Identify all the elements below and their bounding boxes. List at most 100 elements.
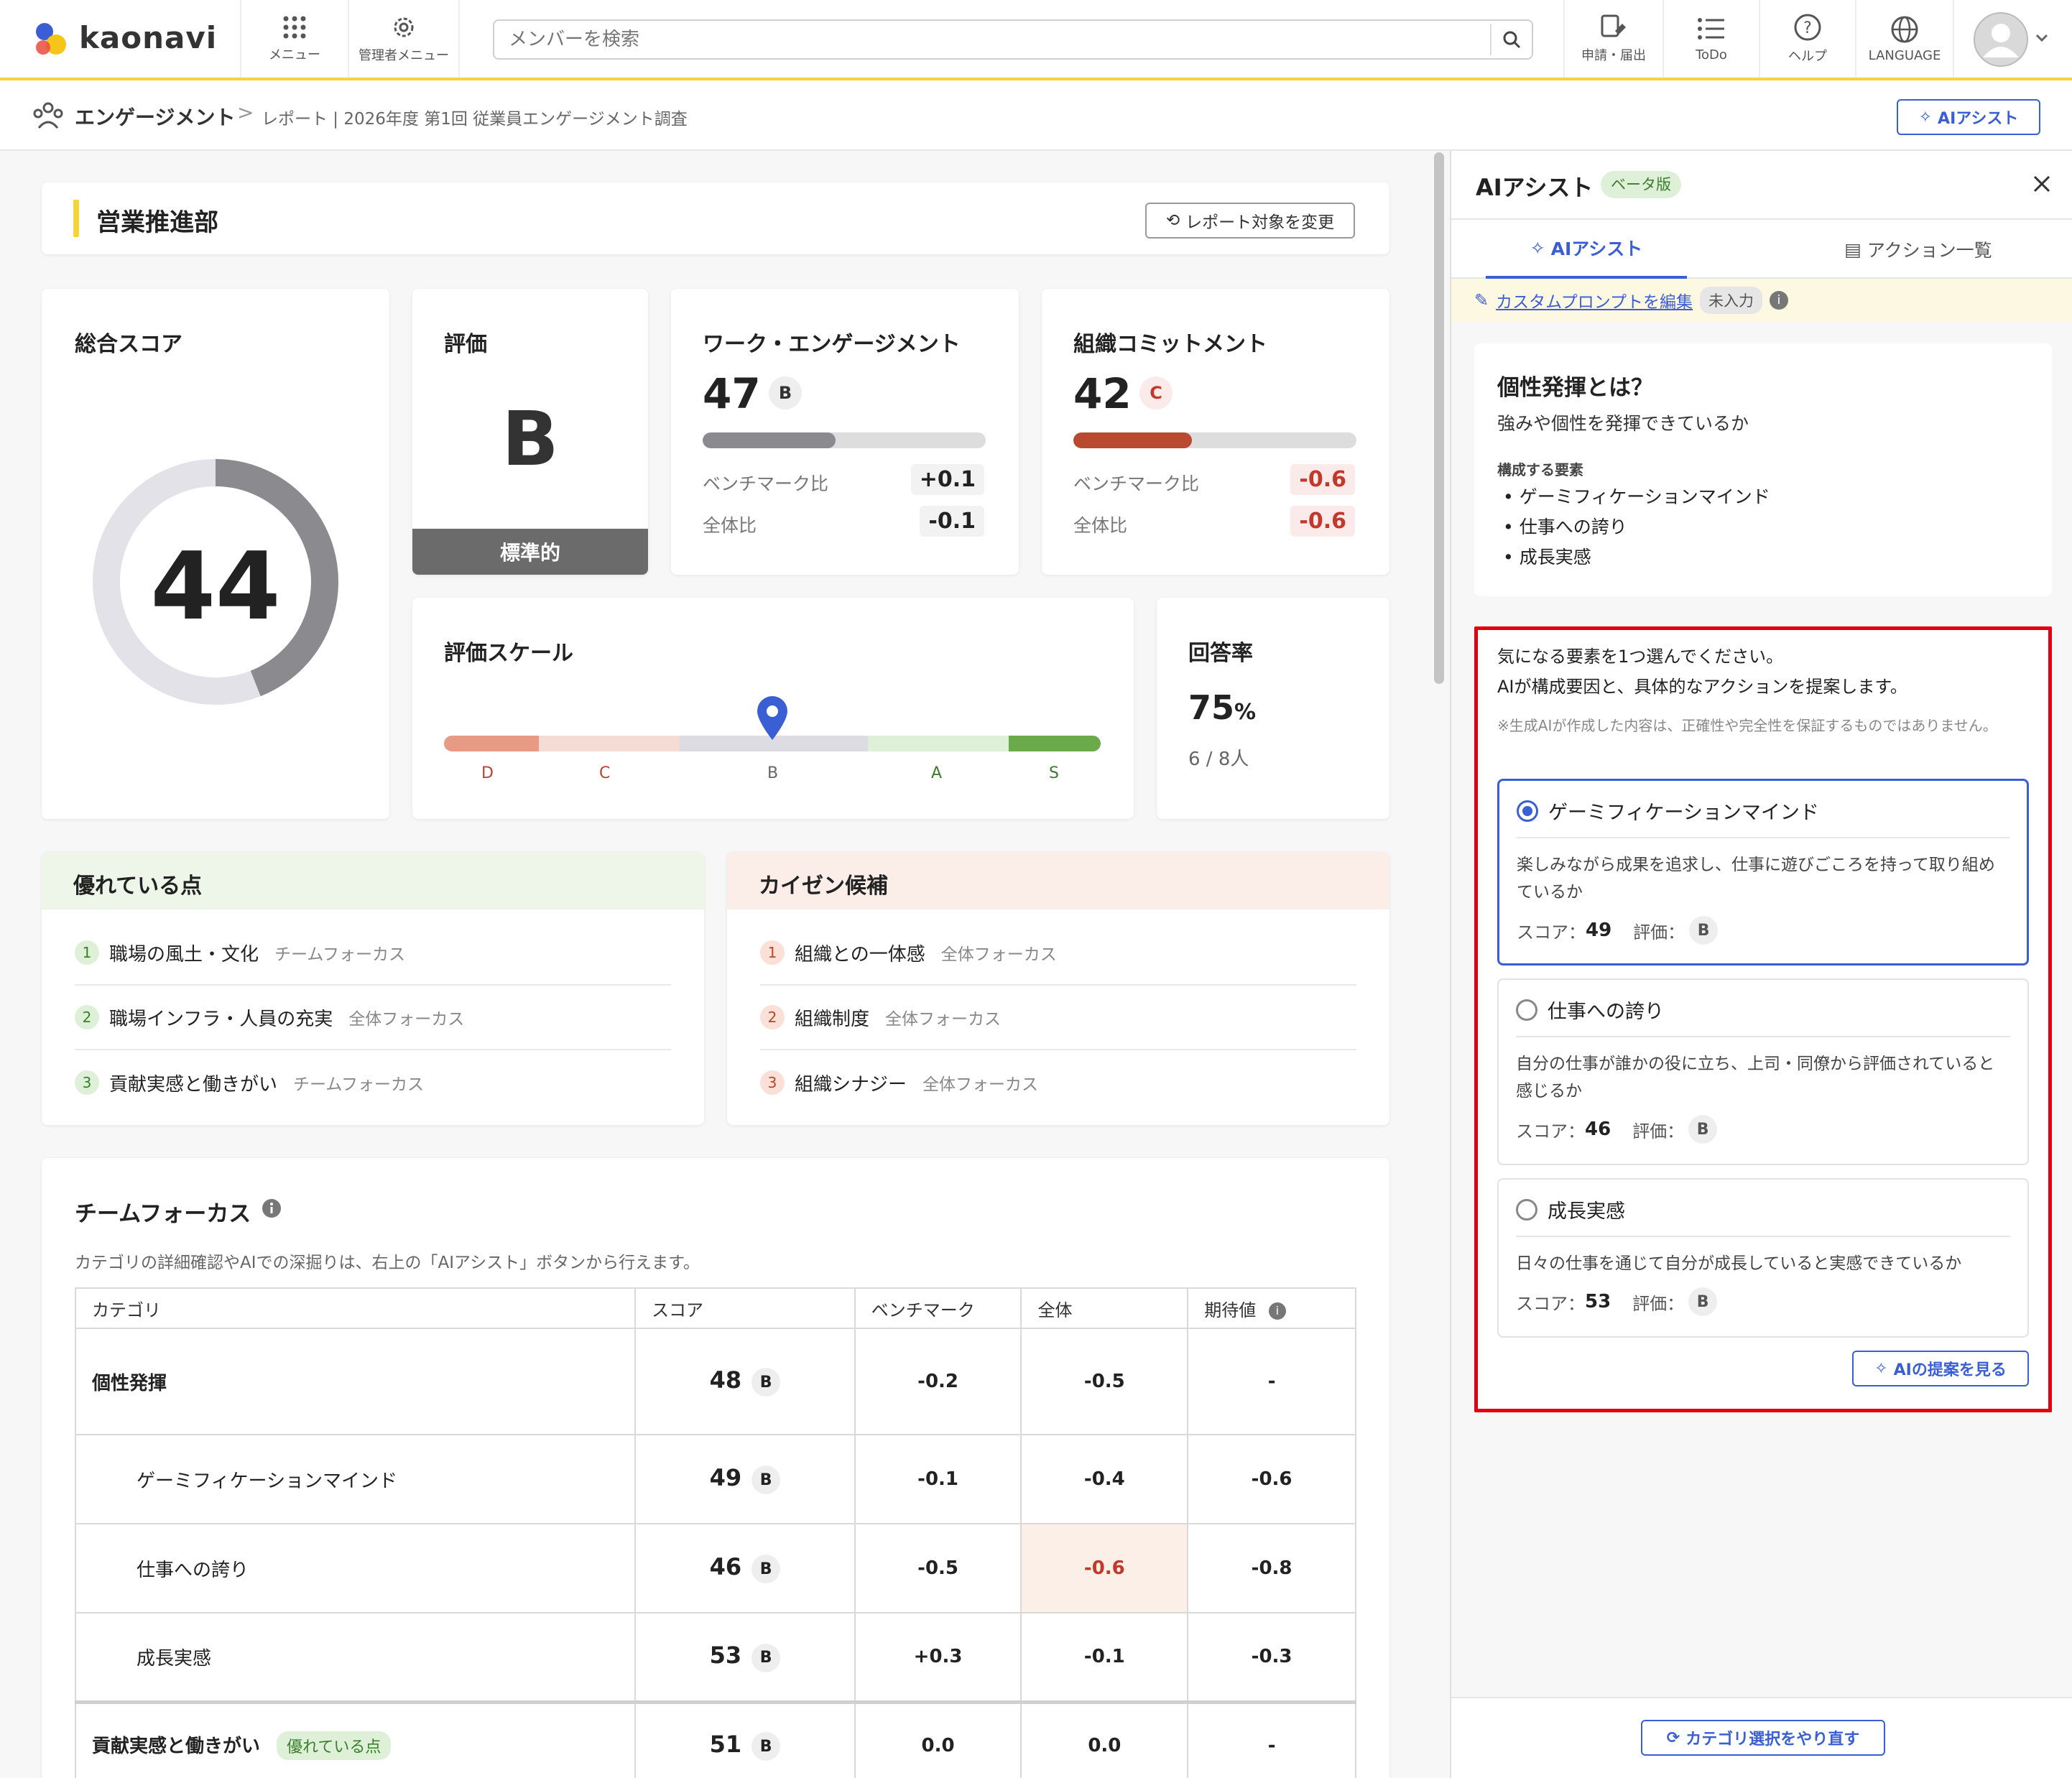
refresh-icon: ⟲ (1165, 211, 1180, 230)
org-commitment-bar (1073, 432, 1356, 448)
col-overall: 全体 (1020, 1287, 1189, 1329)
table-row[interactable]: 貢献実感と働きがい 優れている点 51 B 0.0 0.0 - (74, 1701, 1356, 1778)
table-row[interactable]: 成長実感 53 B +0.3 -0.1 -0.3 (74, 1612, 1356, 1703)
option-description: 日々の仕事を通じて自分が成長していると実感できているか (1516, 1254, 1962, 1273)
strength-tag: 優れている点 (277, 1731, 392, 1760)
info-icon[interactable]: i (1268, 1302, 1286, 1320)
radio-selected[interactable] (1517, 800, 1538, 822)
row-name: 仕事への誇り (74, 1523, 637, 1613)
option-description: 楽しみながら成果を追求し、仕事に遊びごころを持って取り組めているか (1517, 856, 1995, 902)
option-head: ゲーミフィケーションマインド (1517, 797, 1819, 825)
total-score-title: 総合スコア (75, 332, 182, 357)
row-grade: B (751, 1555, 781, 1584)
tab-ai-assist[interactable]: ✧ AIアシスト (1486, 220, 1687, 279)
logo-icon[interactable] (29, 20, 75, 60)
element-name: 成長実感 (1519, 547, 1591, 568)
help-label: ヘルプ (1788, 49, 1827, 64)
strength-item[interactable]: 3 貢献実感と働きがい チームフォーカス (75, 1050, 671, 1115)
reset-category-button[interactable]: ⟳ カテゴリ選択をやり直す (1641, 1720, 1885, 1756)
menu-label: メニュー (269, 47, 320, 62)
sparkle-icon: ✧ (1530, 237, 1545, 259)
search-icon[interactable] (1502, 29, 1522, 50)
rank-badge: 3 (75, 1070, 99, 1095)
tab-actions[interactable]: ▤ アクション一覧 (1810, 220, 2026, 279)
concept-title: 個性発揮とは？ (1497, 375, 1653, 401)
chevron-down-icon[interactable] (2035, 33, 2049, 43)
row-expect: -0.6 (1187, 1434, 1356, 1524)
element-option-growth[interactable]: 成長実感 日々の仕事を通じて自分が成長していると実感できているか スコア： 53 … (1497, 1178, 2029, 1338)
option-divider (1516, 1236, 2010, 1237)
org-commitment-title: 組織コミットメント (1073, 332, 1267, 357)
table-row[interactable]: 仕事への誇り 46 B -0.5 -0.6 -0.8 (74, 1523, 1356, 1613)
user-avatar[interactable] (1973, 11, 2029, 68)
logo-text[interactable]: kaonavi (79, 20, 217, 55)
option-head: 成長実感 (1516, 1195, 1625, 1223)
col-category: カテゴリ (74, 1287, 637, 1329)
option-footer: スコア： 46 評価： B (1516, 1115, 1718, 1144)
work-bench-value: +0.1 (910, 464, 984, 495)
table-row[interactable]: 個性発揮 48 B -0.2 -0.5 - (74, 1328, 1356, 1435)
score-label: スコア： (1516, 1121, 1585, 1142)
row-overall: -0.6 (1020, 1523, 1189, 1613)
search-input[interactable] (509, 27, 1464, 52)
radio-unselected[interactable] (1516, 1198, 1537, 1221)
rank-badge: 2 (760, 1005, 785, 1029)
help-button[interactable]: ? ヘルプ (1759, 0, 1855, 78)
option-divider (1516, 1036, 2010, 1037)
custom-prompt-link[interactable]: カスタムプロンプトを編集 (1496, 288, 1693, 312)
admin-menu-button[interactable]: 管理者メニュー (348, 0, 460, 78)
kaizen-name: 組織との一体感 (795, 943, 925, 966)
strength-name: 職場の風土・文化 (109, 943, 259, 966)
row-score-cell: 49 B (634, 1434, 856, 1524)
option-description: 自分の仕事が誰かの役に立ち、上司・同僚から評価されていると感じるか (1516, 1055, 1995, 1101)
row-overall: 0.0 (1020, 1701, 1189, 1778)
col-expect: 期待値 i (1187, 1287, 1356, 1329)
info-icon[interactable]: i (1770, 291, 1789, 310)
option-footer: スコア： 53 評価： B (1516, 1287, 1718, 1316)
radio-unselected[interactable] (1516, 999, 1537, 1021)
ai-suggest-button[interactable]: ✧ AIの提案を見る (1852, 1351, 2029, 1386)
todo-button[interactable]: ToDo (1662, 0, 1759, 78)
row-bench: -0.5 (854, 1523, 1022, 1613)
total-score-card: 総合スコア 44 (42, 289, 389, 819)
kaizen-item[interactable]: 1 組織との一体感 全体フォーカス (760, 921, 1356, 986)
strengths-title: 優れている点 (73, 874, 203, 899)
strength-item[interactable]: 2 職場インフラ・人員の充実 全体フォーカス (75, 986, 671, 1050)
strength-item[interactable]: 1 職場の風土・文化 チームフォーカス (75, 921, 671, 986)
option-score: 49 (1586, 920, 1612, 941)
element-item: • ゲーミフィケーションマインド (1503, 486, 1770, 507)
col-benchmark: ベンチマーク (854, 1287, 1022, 1329)
kaizen-item[interactable]: 3 組織シナジー 全体フォーカス (760, 1050, 1356, 1115)
element-item: • 仕事への誇り (1503, 517, 1627, 537)
element-option-gamification[interactable]: ゲーミフィケーションマインド 楽しみながら成果を追求し、仕事に遊びごころを持って… (1497, 779, 2029, 966)
row-overall: -0.4 (1020, 1434, 1189, 1524)
elements-label: 構成する要素 (1497, 461, 1583, 478)
response-count: 6 / 8人 (1188, 749, 1249, 770)
main-scrollbar[interactable] (1434, 152, 1444, 684)
instruction-line-2: AIが構成要因と、具体的なアクションを提案します。 (1497, 677, 1907, 697)
strength-name: 職場インフラ・人員の充実 (109, 1008, 333, 1030)
close-icon[interactable] (2032, 174, 2052, 194)
concept-description: 強みや個性を発揮できているか (1497, 413, 1749, 434)
row-bench: -0.1 (854, 1434, 1022, 1524)
kaizen-item[interactable]: 2 組織制度 全体フォーカス (760, 986, 1356, 1050)
admin-menu-label: 管理者メニュー (359, 48, 449, 63)
change-target-button[interactable]: ⟲ レポート対象を変更 (1145, 203, 1355, 239)
ai-assist-top-button[interactable]: ✧ AIアシスト (1897, 99, 2040, 135)
breadcrumb-engagement[interactable]: エンゲージメント (75, 102, 235, 131)
help-icon: ? (1794, 14, 1821, 41)
row-score-cell: 53 B (634, 1612, 856, 1703)
ai-disclaimer: ※生成AIが作成した内容は、正確性や完全性を保証するものではありません。 (1497, 717, 1997, 734)
work-bench-label: ベンチマーク比 (703, 473, 829, 494)
row-score: 46 (709, 1552, 742, 1580)
apply-button[interactable]: 申請・届出 (1563, 0, 1662, 78)
element-name: ゲーミフィケーションマインド (1519, 486, 1770, 507)
table-row[interactable]: ゲーミフィケーションマインド 49 B -0.1 -0.4 -0.6 (74, 1434, 1356, 1524)
language-button[interactable]: LANGUAGE (1855, 0, 1954, 78)
element-option-pride[interactable]: 仕事への誇り 自分の仕事が誰かの役に立ち、上司・同僚から評価されていると感じるか… (1497, 978, 2029, 1165)
menu-button[interactable]: メニュー (240, 0, 348, 78)
info-icon[interactable] (262, 1198, 282, 1218)
team-focus-table: カテゴリ スコア ベンチマーク 全体 期待値 i 個性発揮 48 B -0.2 -… (74, 1287, 1356, 1778)
option-head: 仕事への誇り (1516, 996, 1664, 1024)
work-engagement-bar (703, 432, 986, 448)
